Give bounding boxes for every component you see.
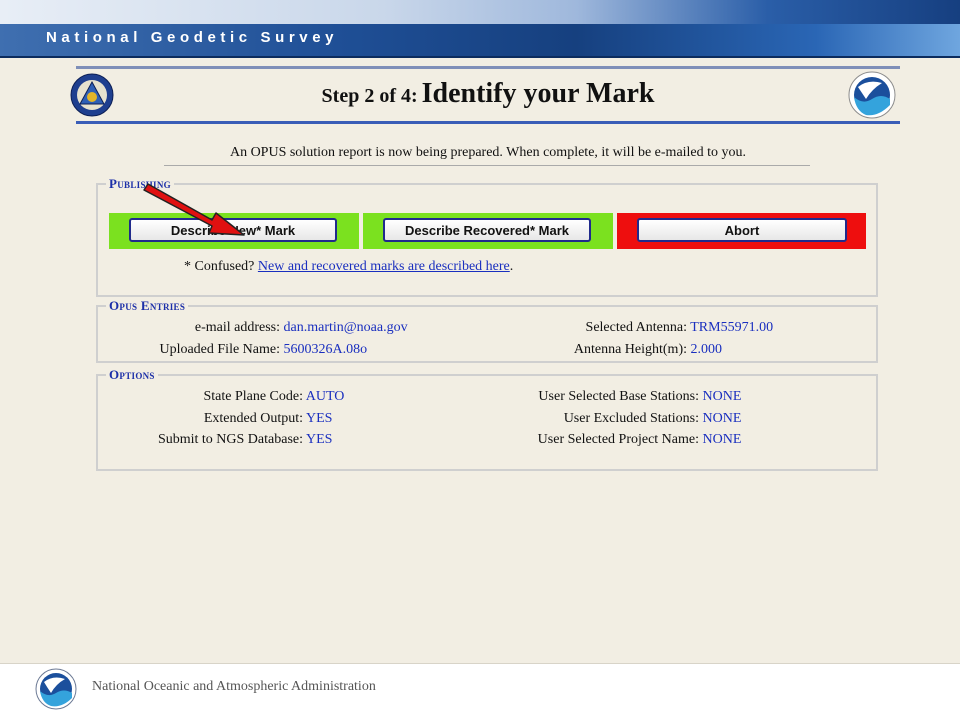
antenna-height-row: Antenna Height(m): 2.000 [478,342,722,358]
base-stations-value: NONE [702,389,742,404]
options-legend: Options [106,367,158,383]
opus-entries-legend: Opus Entries [106,298,189,314]
antenna-label: Selected Antenna: [585,320,687,335]
step-title: Identify your Mark [421,78,655,109]
excluded-stations-value: NONE [702,411,742,426]
email-label: e-mail address: [194,320,280,335]
red-arrow-icon [143,183,245,236]
email-row: e-mail address: dan.martin@noaa.gov [98,320,408,336]
state-plane-value: AUTO [305,389,345,404]
excluded-stations-label: User Excluded Stations: [563,411,699,426]
notice-divider [164,165,810,166]
excluded-stations-row: User Excluded Stations: NONE [478,411,742,427]
file-value: 5600326A.08o [283,342,368,357]
noaa-logo-icon [848,71,896,119]
notice-text: An OPUS solution report is now being pre… [229,145,747,160]
extended-output-label: Extended Output: [203,411,303,426]
footer-text: National Oceanic and Atmospheric Adminis… [92,679,376,694]
base-stations-row: User Selected Base Stations: NONE [478,389,741,405]
banner-title: National Geodetic Survey [46,29,339,46]
ngs-database-row: Submit to NGS Database: YES [98,432,332,448]
antenna-height-value: 2.000 [690,342,723,357]
describe-recovered-mark-button[interactable]: Describe Recovered* Mark [383,218,591,242]
marks-described-link[interactable]: New and recovered marks are described he… [258,259,510,274]
project-name-value: NONE [702,432,742,447]
extended-output-row: Extended Output: YES [98,411,333,427]
state-plane-row: State Plane Code: AUTO [98,389,344,405]
abort-cell: Abort [617,213,866,249]
project-name-label: User Selected Project Name: [537,432,699,447]
antenna-row: Selected Antenna: TRM55971.00 [478,320,774,336]
ngs-database-label: Submit to NGS Database: [157,432,303,447]
confused-suffix: . [509,259,514,274]
antenna-height-label: Antenna Height(m): [573,342,687,357]
top-banner: National Geodetic Survey [0,0,960,58]
top-rule [76,66,900,69]
banner-highlight [0,0,960,24]
page-content: Step 2 of 4: Identify your Mark An OPUS … [70,66,900,486]
step-heading: Step 2 of 4: Identify your Mark [76,78,900,110]
options-section: Options State Plane Code: AUTO Extended … [96,367,878,471]
file-row: Uploaded File Name: 5600326A.08o [98,342,367,358]
extended-output-value: YES [305,411,333,426]
project-name-row: User Selected Project Name: NONE [478,432,742,448]
state-plane-label: State Plane Code: [203,389,303,404]
banner-divider [0,56,960,58]
confused-prefix: * Confused? [184,259,255,274]
header-rule [76,121,900,124]
opus-entries-section: Opus Entries e-mail address: dan.martin@… [96,298,878,363]
ngs-database-value: YES [305,432,333,447]
antenna-value: TRM55971.00 [690,320,774,335]
abort-button[interactable]: Abort [637,218,847,242]
confused-note: * Confused? New and recovered marks are … [184,259,513,275]
base-stations-label: User Selected Base Stations: [538,389,699,404]
noaa-footer-logo-icon [35,668,77,710]
file-label: Uploaded File Name: [159,342,280,357]
recovered-mark-cell: Describe Recovered* Mark [363,213,613,249]
email-value: dan.martin@noaa.gov [283,320,408,335]
step-prefix: Step 2 of 4: [321,85,418,107]
